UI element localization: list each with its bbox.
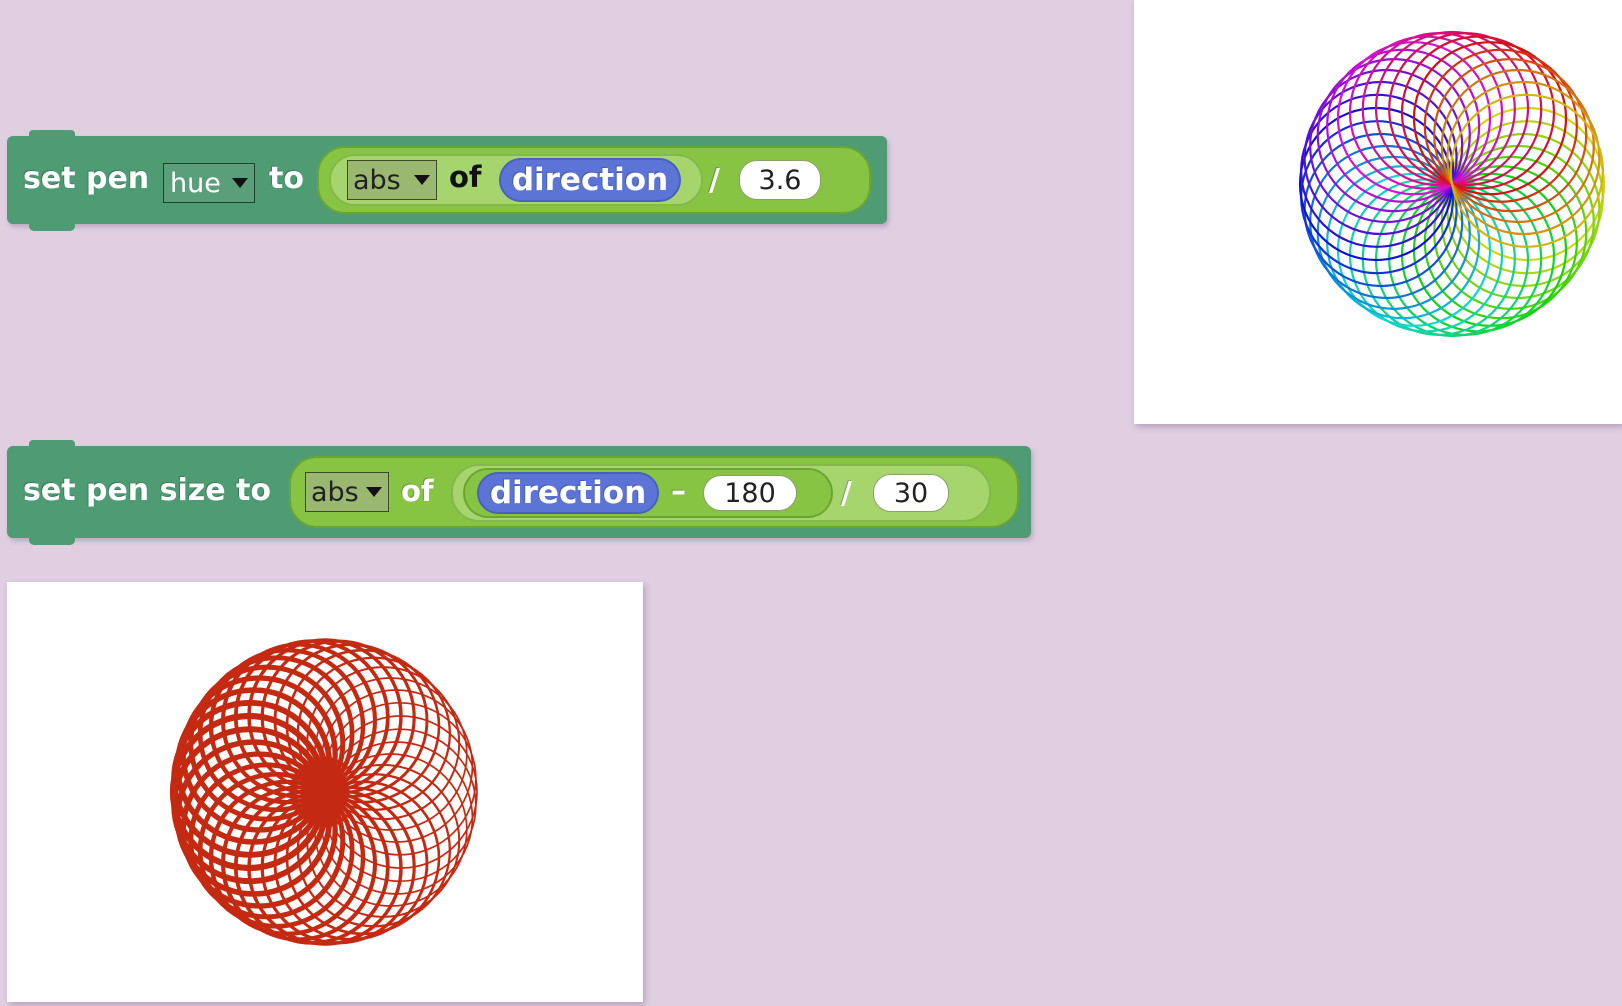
- chevron-down-icon: [414, 175, 430, 185]
- divide-reporter[interactable]: direction – 180 / 30: [451, 464, 991, 522]
- divide-operator: /: [841, 476, 852, 511]
- rainbow-spirograph: [1298, 30, 1606, 338]
- divide-reporter[interactable]: abs of direction / 3.6: [317, 146, 871, 214]
- chevron-down-icon: [366, 487, 382, 497]
- direction-variable[interactable]: direction: [499, 158, 681, 202]
- stage-rainbow: [1134, 0, 1622, 424]
- set-pen-hue-block[interactable]: set pen hue to abs of direction / 3.6: [7, 130, 887, 231]
- function-dropdown[interactable]: abs: [347, 160, 437, 200]
- to-label: to: [269, 161, 304, 196]
- of-label: of: [449, 160, 482, 194]
- stage-red: [7, 582, 643, 1002]
- abs-reporter[interactable]: abs of direction: [329, 154, 703, 206]
- of-label: of: [401, 474, 434, 508]
- set-pen-size-block[interactable]: set pen size to abs of direction – 180 /…: [7, 440, 1031, 545]
- divisor-input[interactable]: 3.6: [739, 160, 821, 200]
- chevron-down-icon: [232, 178, 248, 188]
- minus-operator: –: [671, 474, 686, 509]
- function-value: abs: [311, 476, 359, 508]
- abs-reporter[interactable]: abs of direction – 180 / 30: [289, 456, 1019, 528]
- set-pen-size-label: set pen size to: [23, 473, 271, 508]
- red-spirograph: [169, 638, 478, 946]
- pen-property-dropdown[interactable]: hue: [163, 163, 255, 203]
- function-dropdown[interactable]: abs: [305, 472, 389, 512]
- pen-property-value: hue: [170, 167, 221, 199]
- subtrahend-input[interactable]: 180: [703, 475, 797, 511]
- set-pen-label: set pen: [23, 161, 150, 196]
- divide-operator: /: [709, 163, 720, 198]
- minus-reporter[interactable]: direction – 180: [463, 468, 833, 518]
- direction-variable[interactable]: direction: [477, 472, 659, 514]
- divisor-input[interactable]: 30: [873, 474, 949, 512]
- function-value: abs: [353, 164, 401, 196]
